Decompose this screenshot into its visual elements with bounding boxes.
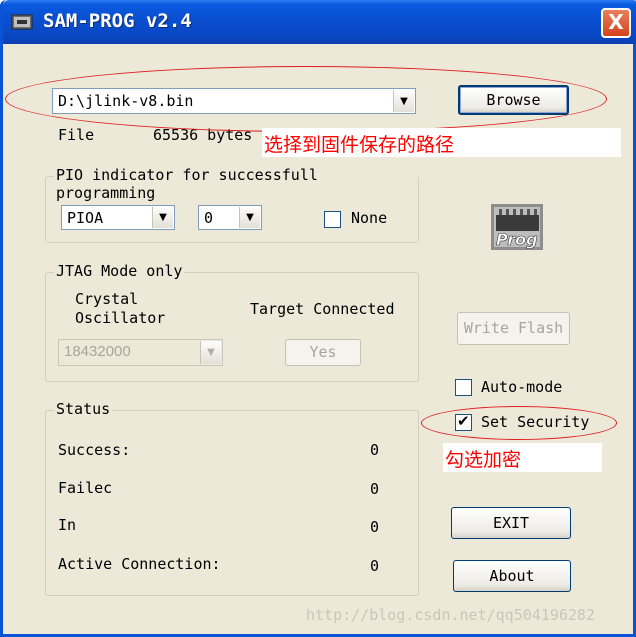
svg-text:Prog: Prog	[496, 230, 538, 249]
pio-pin-value: 0	[204, 209, 214, 227]
crystal-label-line1: Crystal	[75, 290, 139, 308]
status-success-label: Success:	[58, 441, 131, 459]
target-connected-button-label: Yes	[309, 343, 337, 361]
none-checkbox[interactable]	[324, 211, 341, 228]
file-size: 65536 bytes	[153, 126, 253, 144]
about-button[interactable]: About	[453, 560, 571, 592]
chevron-down-icon[interactable]: ▼	[393, 90, 414, 112]
status-legend: Status	[54, 400, 113, 418]
close-icon: X	[608, 10, 624, 34]
status-in-value: 0	[370, 518, 380, 536]
close-button[interactable]: X	[601, 8, 631, 38]
prog-chip-icon: Prog	[491, 204, 543, 250]
annotation-check-secure: 勾选加密	[443, 443, 602, 472]
crystal-label-line2: Oscillator	[75, 309, 166, 327]
jtag-legend: JTAG Mode only	[54, 262, 185, 280]
set-security-label: Set Security	[481, 413, 590, 431]
browse-label: Browse	[486, 91, 541, 109]
pio-pin-select[interactable]: 0 ▼	[198, 205, 262, 230]
status-failed-label: Failec	[58, 479, 113, 497]
status-active-value: 0	[370, 557, 380, 575]
watermark: http://blog.csdn.net/qq504196282	[306, 606, 595, 624]
auto-mode-label: Auto-mode	[481, 378, 563, 396]
target-connected-button[interactable]: Yes	[285, 339, 361, 366]
none-label: None	[351, 209, 388, 227]
chevron-down-icon[interactable]: ▼	[200, 341, 221, 364]
write-flash-label: Write Flash	[463, 319, 564, 337]
status-failed-value: 0	[370, 480, 380, 498]
status-active-label: Active Connection:	[58, 555, 221, 573]
file-label: File	[58, 126, 95, 144]
annotation-choose-path: 选择到固件保存的路径	[262, 128, 621, 157]
window-title: SAM-PROG v2.4	[43, 10, 192, 32]
target-connected-label: Target Connected	[250, 300, 395, 318]
about-label: About	[489, 567, 535, 585]
status-success-value: 0	[370, 441, 380, 459]
app-icon	[11, 14, 33, 30]
pio-port-select[interactable]: PIOA ▼	[61, 205, 175, 230]
title-bar[interactable]: SAM-PROG v2.4 X	[3, 0, 636, 44]
checkmark-icon: ✔	[457, 412, 470, 430]
write-flash-button[interactable]: Write Flash	[457, 312, 570, 345]
set-security-checkbox[interactable]: ✔	[455, 412, 472, 431]
crystal-frequency-select[interactable]: 18432000 ▼	[58, 339, 223, 366]
app-window: SAM-PROG v2.4 X D:\jlink-v8.bin ▼ Browse…	[0, 0, 636, 637]
browse-button[interactable]: Browse	[458, 85, 569, 115]
chevron-down-icon[interactable]: ▼	[152, 207, 173, 228]
exit-label: EXIT	[492, 514, 530, 532]
status-in-label: In	[58, 516, 77, 534]
exit-button[interactable]: EXIT	[451, 507, 571, 539]
pio-port-value: PIOA	[67, 209, 104, 227]
file-path-combo[interactable]: D:\jlink-v8.bin ▼	[52, 88, 416, 114]
crystal-frequency-value: 18432000	[64, 343, 131, 360]
file-path-value: D:\jlink-v8.bin	[58, 92, 194, 110]
pio-legend: PIO indicator for successfull programmin…	[54, 166, 418, 202]
auto-mode-checkbox[interactable]	[455, 379, 472, 396]
chevron-down-icon[interactable]: ▼	[239, 207, 260, 228]
